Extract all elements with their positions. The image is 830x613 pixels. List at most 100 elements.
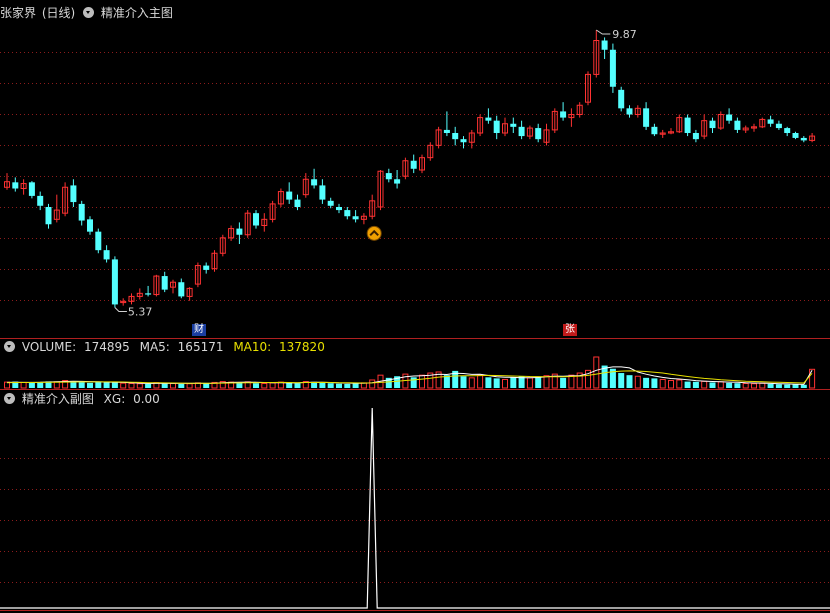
volume-bar-up (419, 374, 425, 389)
indicator-dropdown-icon[interactable] (83, 7, 95, 18)
sub-indicator-name[interactable]: 精准介入副图 (22, 391, 94, 407)
candle-down (510, 123, 517, 127)
candle-down (709, 120, 716, 129)
volume-bar-down (767, 383, 774, 388)
volume-dropdown-icon[interactable] (4, 341, 15, 352)
volume-bar-down (618, 373, 625, 388)
volume-bar-up (128, 383, 135, 389)
candle-down (253, 213, 259, 226)
volume-bar-up (668, 380, 674, 389)
volume-bar-down (161, 383, 168, 388)
candle-down (452, 133, 459, 140)
volume-bar-down (78, 382, 85, 388)
xg-value: 0.00 (133, 392, 160, 406)
candle-down (485, 117, 492, 121)
candle-down (286, 191, 293, 200)
volume-bar-down (651, 378, 658, 388)
volume-bar-up (369, 379, 376, 389)
candle-down (460, 139, 467, 143)
volume-bar-down (95, 381, 102, 388)
volume-bar-up (120, 382, 127, 389)
low-price-label: 5.37 (128, 306, 152, 319)
main-indicator-name[interactable]: 精准介入主图 (101, 5, 173, 21)
stock-name: 张家界 (0, 6, 37, 20)
sub-dropdown-icon[interactable] (4, 393, 15, 404)
sub-panel-header: 精准介入副图 XG: 0.00 (0, 391, 160, 407)
volume-bar-down (87, 382, 93, 388)
period-label: (日线) (41, 6, 76, 20)
ma10-line (6, 370, 813, 384)
volume-bar-down (253, 383, 259, 388)
volume-title: VOLUME: (21, 340, 77, 354)
high-price-label: 9.87 (612, 28, 637, 41)
volume-bar-down (294, 383, 301, 388)
volume-bar-up (53, 381, 60, 389)
volume-bar-down (692, 381, 699, 388)
finance-marker[interactable]: 财 (192, 324, 206, 336)
volume-bar-down (344, 383, 351, 388)
candle-down (327, 200, 334, 206)
candle-down (161, 276, 168, 290)
volume-bar-down (535, 376, 542, 388)
candle-down (203, 265, 210, 270)
volume-bar-up (809, 368, 816, 389)
volume-bar-up (526, 377, 533, 389)
candle-down (493, 120, 500, 133)
volume-bar-up (502, 378, 508, 389)
candle-down (319, 185, 326, 200)
volume-bar-up (170, 383, 176, 389)
candle-down (311, 179, 318, 186)
candle-down (294, 199, 301, 207)
candle-down (601, 40, 608, 50)
chart-canvas[interactable]: 9.87 5.37 (0, 0, 830, 613)
limit-up-marker[interactable]: 张 (563, 324, 577, 336)
volume-bar-down (37, 382, 44, 388)
volume-bar-down (28, 382, 35, 388)
candle-down (767, 119, 774, 124)
candle-down (609, 49, 616, 87)
volume-bar-down (319, 382, 326, 388)
volume-bar-up (676, 379, 683, 389)
volume-bar-up (593, 356, 600, 389)
volume-bar-down (709, 382, 716, 388)
volume-bar-down (410, 377, 417, 388)
volume-bar-up (634, 375, 641, 389)
candle-down (111, 259, 118, 305)
volume-bar-down (493, 378, 500, 388)
volume-bar-down (103, 382, 110, 388)
volume-bar-up (186, 383, 193, 389)
low-pointer (114, 307, 127, 313)
candle-down (145, 293, 152, 295)
volume-bar-down (775, 384, 782, 388)
ma10-label: MA10: (233, 340, 272, 354)
candle-down (734, 120, 741, 130)
volume-bar-down (800, 384, 807, 388)
candle-down (684, 117, 691, 133)
volume-bar-down (236, 382, 243, 388)
candle-down (726, 114, 733, 121)
candle-down (692, 133, 699, 140)
candle-down (518, 126, 525, 137)
volume-bar-down (792, 384, 799, 388)
candle-down (775, 123, 782, 129)
volume-bar-up (701, 380, 708, 389)
candle-down (394, 179, 401, 184)
volume-bar-down (203, 383, 210, 388)
volume-bar-up (751, 383, 757, 389)
volume-bar-down (336, 383, 342, 388)
volume-bar-down (286, 382, 293, 388)
ma5-label: MA5: (139, 340, 170, 354)
candle-down (792, 133, 799, 138)
volume-bar-down (352, 383, 359, 388)
volume-bar-up (269, 382, 276, 389)
ma10-value: 137820 (279, 340, 325, 354)
candle-down (443, 129, 450, 133)
volume-bar-down (643, 377, 650, 388)
candle-down (344, 210, 351, 217)
candle-down (410, 160, 417, 169)
candle-down (651, 126, 658, 135)
volume-bar-down (784, 384, 791, 388)
volume-bar-down (560, 377, 567, 388)
buy-signal-icon (366, 225, 382, 241)
volume-panel-header: VOLUME: 174895 MA5: 165171 MA10: 137820 (0, 339, 325, 355)
